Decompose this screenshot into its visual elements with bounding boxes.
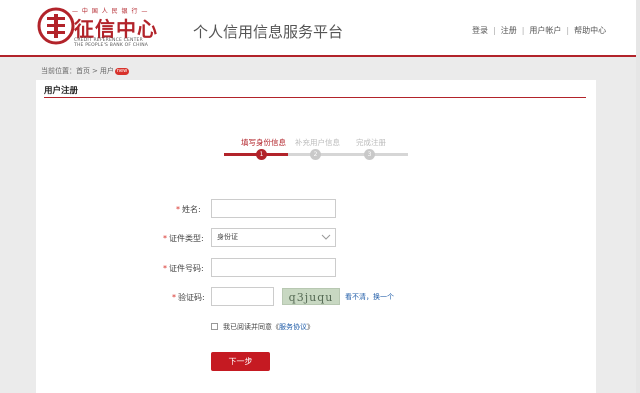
nav-separator: |	[566, 26, 570, 35]
captcha-label-text: 验证码:	[178, 293, 205, 302]
new-badge: new	[114, 67, 130, 75]
service-agreement-link[interactable]: 服务协议	[279, 323, 307, 331]
nav-separator: |	[493, 26, 496, 35]
top-nav: 登录 | 注册 | 用户帐户 | 帮助中心	[472, 25, 606, 36]
required-mark: *	[176, 205, 180, 214]
breadcrumb: 当前位置： 首页 > 用户 new	[41, 66, 130, 76]
page-title: 用户注册	[44, 86, 79, 96]
step-3-dot: 3	[364, 149, 375, 160]
credit-center-logo-icon	[37, 7, 75, 45]
breadcrumb-prefix: 当前位置：	[41, 67, 76, 75]
login-link[interactable]: 登录	[472, 25, 488, 36]
captcha-refresh-link[interactable]: 看不清，换一个	[345, 292, 394, 302]
agree-text: 我已阅读并同意《服务协议》	[223, 322, 314, 332]
step-2-dot: 2	[310, 149, 321, 160]
name-label-text: 姓名:	[182, 205, 201, 214]
required-mark: *	[163, 264, 167, 273]
step-2-3-track	[288, 153, 408, 156]
id-number-label: * 证件号码:	[163, 263, 204, 274]
logo-sub-text-2: THE PEOPLE'S BANK OF CHINA	[74, 43, 149, 48]
required-mark: *	[163, 234, 167, 243]
agree-prefix: 我已阅读并同意《	[223, 323, 279, 331]
title-divider	[44, 97, 586, 98]
name-input[interactable]	[211, 199, 336, 218]
id-type-value: 身份证	[217, 233, 238, 241]
breadcrumb-current: 用户	[99, 67, 114, 75]
platform-title: 个人信用信息服务平台	[193, 23, 344, 41]
id-type-label-text: 证件类型:	[169, 234, 204, 243]
name-label: * 姓名:	[176, 204, 201, 215]
id-type-select[interactable]: 身份证	[211, 228, 336, 247]
registration-panel: 用户注册 填写身份信息 补充用户信息 完成注册 1 2 3 * 姓名: * 证件类型…	[36, 80, 596, 393]
next-step-button[interactable]: 下一步	[211, 352, 270, 371]
captcha-label: * 验证码:	[172, 292, 205, 303]
captcha-input[interactable]	[211, 287, 274, 306]
help-center-link[interactable]: 帮助中心	[574, 25, 606, 36]
captcha-image[interactable]: q3juqu	[282, 288, 340, 305]
step-2-label: 补充用户信息	[295, 138, 340, 147]
user-account-link[interactable]: 用户帐户	[529, 25, 561, 36]
agree-checkbox[interactable]	[211, 323, 218, 330]
chevron-down-icon	[321, 234, 331, 240]
breadcrumb-arrow: >	[92, 67, 98, 75]
required-mark: *	[172, 293, 176, 302]
page-scrollbar[interactable]	[636, 0, 640, 393]
nav-separator: |	[521, 26, 525, 35]
id-number-label-text: 证件号码:	[169, 264, 204, 273]
agree-suffix: 》	[307, 323, 314, 331]
id-number-input[interactable]	[211, 258, 336, 277]
register-link[interactable]: 注册	[501, 25, 517, 36]
step-1-dot: 1	[256, 149, 267, 160]
site-header: — 中 国 人 民 银 行 — 征信中心 CREDIT REFERENCE CE…	[0, 0, 640, 57]
step-1-label: 填写身份信息	[241, 138, 286, 147]
step-3-label: 完成注册	[356, 138, 386, 147]
id-type-label: * 证件类型:	[163, 233, 204, 244]
breadcrumb-home[interactable]: 首页	[76, 66, 90, 76]
